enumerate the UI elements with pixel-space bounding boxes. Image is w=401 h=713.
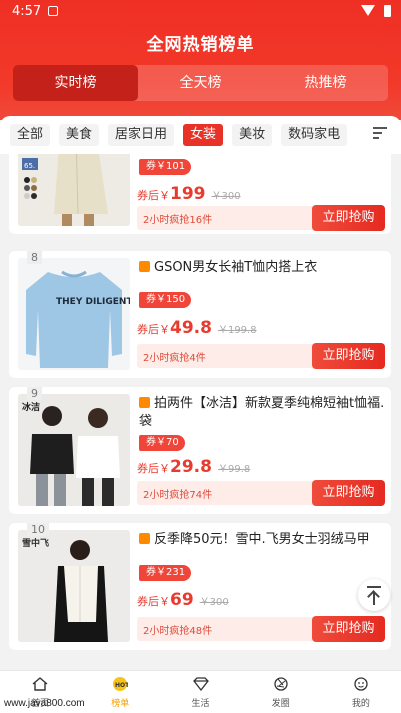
segment-hot-recommend[interactable]: 热推榜 (263, 65, 388, 101)
price: 券后￥49.8 ￥199.8 (137, 318, 257, 338)
coupon-badge: 券￥70 (139, 435, 185, 451)
product-title-text: 拍两件【冰洁】新款夏季纯棉短袖t恤福.袋 (139, 396, 385, 429)
category-bar: 全部 美食 居家日用 女装 美妆 数码家电 (0, 116, 401, 154)
diamond-icon (192, 677, 209, 691)
tab-label: 生活 (191, 699, 210, 709)
watermark: www.java800.com (4, 698, 85, 709)
sales-text: 2小时疯抢74件 (143, 490, 213, 501)
svg-text:HOT: HOT (115, 682, 128, 689)
price-prefix: 券后 (137, 323, 159, 336)
price: 券后￥199 ￥300 (137, 184, 241, 204)
home-icon (32, 677, 48, 691)
tab-label: 发圈 (271, 699, 290, 709)
category-all[interactable]: 全部 (10, 124, 51, 146)
price-value: 199 (170, 184, 206, 204)
tab-moments[interactable]: 发圈 (241, 671, 321, 713)
product-image: THEY DILIGENT (18, 258, 130, 370)
original-price: ￥199.8 (217, 325, 257, 336)
product-title-text: 反季降50元！雪中.飞男女士羽绒马甲 (154, 532, 370, 547)
product-title: GSON男女长袖T恤内搭上衣 (139, 259, 385, 277)
buy-button[interactable]: 立即抢购 (312, 480, 385, 506)
hot-icon: HOT (113, 677, 128, 691)
price-prefix: 券后 (137, 462, 159, 475)
price-value: 69 (170, 590, 194, 610)
product-title: 拍两件【冰洁】新款夏季纯棉短袖t恤福.袋 (139, 395, 385, 431)
tab-label: 我的 (351, 699, 370, 709)
original-price: ￥99.8 (217, 464, 251, 475)
coupon-badge: 券￥101 (139, 159, 192, 175)
brand-logo: 雪中飞 (22, 537, 49, 549)
product-card[interactable]: 65. 券￥101 券后￥199 ￥300 2小时疯抢16件 立即抢购 (9, 154, 391, 234)
segment-all-day[interactable]: 全天榜 (138, 65, 263, 101)
price-symbol: ￥ (159, 595, 170, 608)
category-beauty[interactable]: 美妆 (232, 124, 273, 146)
page-title: 全网热销榜单 (146, 35, 255, 55)
segment-realtime[interactable]: 实时榜 (13, 65, 138, 101)
price-symbol: ￥ (159, 323, 170, 336)
tab-label: 榜单 (111, 699, 130, 709)
product-image: 65. (18, 154, 130, 226)
header: 4:57 全网热销榜单 实时榜 全天榜 热推榜 (0, 0, 401, 120)
profile-icon (354, 677, 368, 691)
price-symbol: ￥ (159, 189, 170, 202)
status-time: 4:57 (12, 4, 42, 19)
price-value: 29.8 (170, 457, 212, 477)
tab-life[interactable]: 生活 (160, 671, 240, 713)
sales-text: 2小时疯抢48件 (143, 626, 213, 637)
rank-badge: 8 (27, 251, 42, 264)
wifi-icon (361, 5, 375, 16)
product-image: 雪中飞 (18, 530, 130, 642)
price-symbol: ￥ (159, 462, 170, 475)
tmall-icon (139, 261, 150, 272)
battery-icon (384, 5, 391, 17)
buy-button[interactable]: 立即抢购 (312, 205, 385, 231)
product-title: 反季降50元！雪中.飞男女士羽绒马甲 (139, 531, 385, 549)
product-card[interactable]: 10 雪中飞 反季降50元！雪中.飞男女士羽绒马甲 券￥231 券后￥69 ￥30… (9, 523, 391, 650)
category-digital[interactable]: 数码家电 (281, 124, 348, 146)
buy-button[interactable]: 立即抢购 (312, 616, 385, 642)
ranking-segment-control: 实时榜 全天榜 热推榜 (13, 65, 388, 101)
buy-button[interactable]: 立即抢购 (312, 343, 385, 369)
price-prefix: 券后 (137, 189, 159, 202)
category-household[interactable]: 居家日用 (108, 124, 175, 146)
product-title-text: GSON男女长袖T恤内搭上衣 (154, 260, 318, 275)
category-womens-wear[interactable]: 女装 (183, 124, 224, 146)
brand-logo: 冰洁 (22, 401, 40, 413)
back-to-top-button[interactable] (358, 579, 390, 611)
shirt-print-text: THEY DILIGENT (56, 297, 130, 307)
back-to-top-icon (367, 586, 381, 588)
coupon-badge: 券￥150 (139, 292, 192, 308)
price-value: 49.8 (170, 318, 212, 338)
tmall-icon (139, 533, 150, 544)
tab-ranking[interactable]: HOT 榜单 (80, 671, 160, 713)
sales-text: 2小时疯抢4件 (143, 353, 206, 364)
category-filter-icon[interactable] (373, 127, 387, 141)
product-list[interactable]: 65. 券￥101 券后￥199 ￥300 2小时疯抢16件 立即抢购 8 TH… (0, 154, 401, 670)
rank-badge: 10 (27, 523, 49, 536)
size-badge-label: 65. (24, 162, 35, 170)
price: 券后￥69 ￥300 (137, 590, 229, 610)
sales-text: 2小时疯抢16件 (143, 215, 213, 226)
rank-badge: 9 (27, 387, 42, 400)
product-card[interactable]: 8 THEY DILIGENT GSON男女长袖T恤内搭上衣 券￥150 券后￥… (9, 251, 391, 378)
product-image: 冰洁 (18, 394, 130, 506)
original-price: ￥300 (199, 597, 229, 608)
price-prefix: 券后 (137, 595, 159, 608)
tab-mine[interactable]: 我的 (321, 671, 401, 713)
tmall-icon (139, 397, 150, 408)
original-price: ￥300 (211, 191, 241, 202)
category-food[interactable]: 美食 (59, 124, 100, 146)
aperture-icon (274, 677, 288, 691)
coupon-badge: 券￥231 (139, 565, 192, 581)
sim-icon (48, 6, 58, 16)
status-bar: 4:57 (0, 0, 401, 24)
price: 券后￥29.8 ￥99.8 (137, 457, 250, 477)
product-card[interactable]: 9 冰洁 拍两件【冰洁】新款夏季纯棉短袖t恤福.袋 券￥70 券后￥29.8 ￥9… (9, 387, 391, 514)
